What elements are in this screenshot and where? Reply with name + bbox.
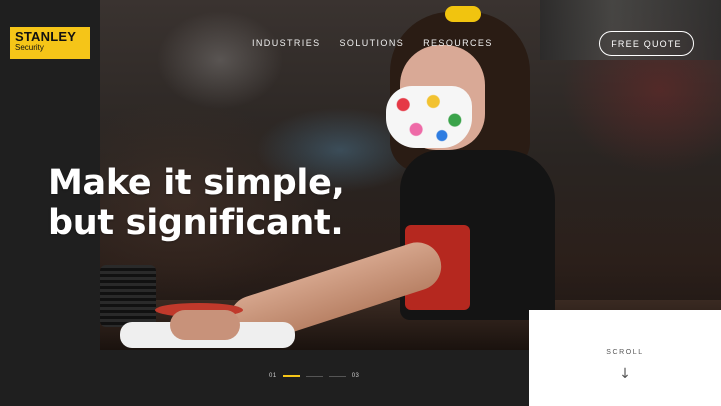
logo-sub: Security — [15, 43, 44, 52]
hero-headline-line1: Make it simple, — [48, 163, 345, 203]
slide-dot-1[interactable] — [282, 375, 300, 377]
hero-photo-hand — [170, 310, 240, 340]
hero-photo-scrunchie — [445, 6, 481, 22]
scroll-panel[interactable]: SCROLL ↓ — [529, 310, 721, 406]
scroll-label: SCROLL — [606, 349, 644, 356]
nav-item-solutions[interactable]: SOLUTIONS — [340, 38, 405, 48]
hero-headline: Make it simple, but significant. — [48, 163, 378, 243]
slide-total-number: 03 — [351, 373, 360, 379]
nav-item-industries[interactable]: INDUSTRIES — [252, 38, 321, 48]
hero-photo-plate-stack — [100, 265, 156, 327]
slide-dot-2[interactable] — [305, 375, 323, 377]
slide-indicator: 01 03 — [269, 373, 359, 379]
main-nav: INDUSTRIES SOLUTIONS RESOURCES — [252, 38, 493, 48]
stanley-security-logo[interactable]: STANLEY Security — [10, 27, 90, 59]
logo-brand: STANLEY — [15, 29, 77, 44]
hero-headline-line2: but significant. — [48, 203, 344, 243]
slide-current-number: 01 — [269, 373, 277, 379]
nav-item-resources[interactable]: RESOURCES — [423, 38, 493, 48]
page: STANLEY Security INDUSTRIES SOLUTIONS RE… — [0, 0, 721, 406]
slide-dot-3[interactable] — [328, 375, 346, 377]
free-quote-button[interactable]: FREE QUOTE — [599, 31, 694, 56]
bottom-bar — [0, 350, 529, 406]
arrow-down-icon[interactable]: ↓ — [529, 366, 721, 382]
hero-photo-mask — [386, 86, 472, 148]
